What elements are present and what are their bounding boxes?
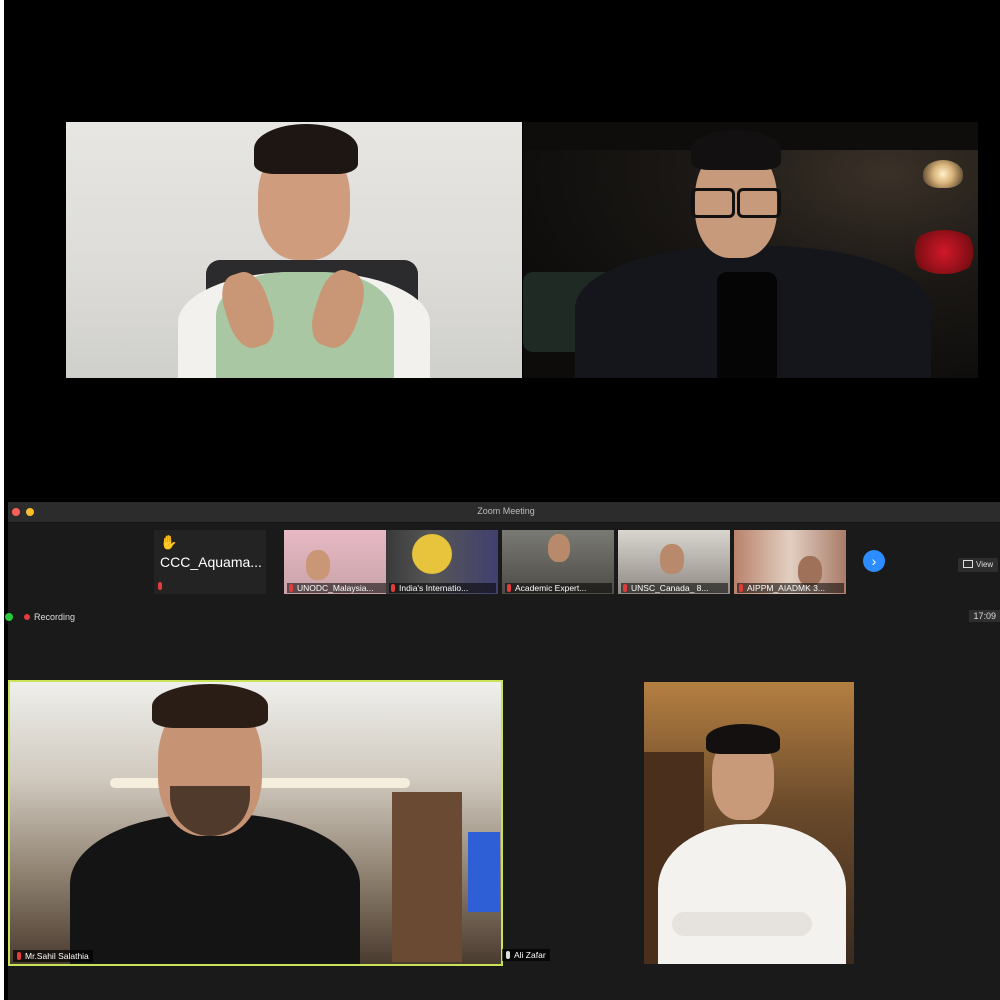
chevron-right-icon[interactable]: ›	[863, 550, 885, 572]
gallery-view-icon	[963, 560, 973, 568]
gallery-tile-active-speaker[interactable]: Mr.Sahil Salathia	[8, 680, 503, 966]
participant-thumbnail-strip: ✋ CCC_Aquama... UNODC_Malaysia... India'…	[8, 530, 1000, 596]
thumbnail-participant[interactable]: UNSC_Canada_ 8...	[618, 530, 730, 594]
participant-name: Ali Zafar	[514, 950, 546, 960]
muted-mic-icon	[289, 584, 293, 592]
thumbnail-participant[interactable]: India's Internatio...	[386, 530, 498, 594]
face	[798, 556, 822, 586]
participant-name: CCC_Aquama...	[160, 554, 262, 570]
gallery-tile[interactable]	[644, 682, 854, 964]
participant-video-top-left	[66, 122, 522, 378]
view-label: View	[976, 560, 994, 569]
recording-label: Recording	[34, 612, 76, 622]
crossed-arms	[672, 912, 812, 936]
thumbnail-label: India's Internatio...	[389, 583, 496, 593]
muted-mic-icon	[739, 584, 743, 592]
white-kurta	[658, 824, 846, 964]
hair	[706, 724, 780, 754]
thumbnail-participant[interactable]: UNODC_Malaysia...	[284, 530, 396, 594]
zoom-window: Zoom Meeting ✋ CCC_Aquama... UNODC_Malay…	[5, 502, 1000, 1000]
thumbnail-participant[interactable]: ✋ CCC_Aquama...	[154, 530, 266, 594]
muted-mic-icon	[17, 952, 21, 960]
thumbnail-label: Academic Expert...	[505, 583, 612, 593]
thumbnail-label: AIPPM_AIADMK 3...	[737, 583, 844, 593]
participant-name: AIPPM_AIADMK 3...	[747, 583, 825, 593]
face	[660, 544, 684, 574]
muted-mic-icon	[507, 584, 511, 592]
tv-screen	[468, 832, 500, 912]
red-flowers	[909, 230, 978, 274]
glasses-left	[691, 188, 735, 218]
view-button[interactable]: View	[958, 558, 999, 572]
title-bar: Zoom Meeting	[8, 502, 1000, 523]
raised-hand-icon: ✋	[160, 534, 178, 550]
screenshot-frame: Zoom Meeting ✋ CCC_Aquama... UNODC_Malay…	[4, 0, 1000, 1000]
cabinet	[392, 792, 462, 962]
participant-name: India's Internatio...	[399, 583, 469, 593]
meeting-clock: 17:09	[969, 610, 1000, 622]
thumbnail-participant[interactable]: Academic Expert...	[502, 530, 614, 594]
hair	[152, 684, 268, 728]
participant-video-top-right	[523, 122, 978, 378]
glasses-right	[737, 188, 781, 218]
participant-name: Academic Expert...	[515, 583, 587, 593]
t-shirt	[717, 272, 777, 378]
thumbnail-label: UNODC_Malaysia...	[287, 583, 394, 593]
participant-name-tag: Mr.Sahil Salathia	[13, 950, 93, 962]
participant-name: UNSC_Canada_ 8...	[631, 583, 709, 593]
muted-mic-icon	[623, 584, 627, 592]
recording-indicator[interactable]: Recording	[24, 610, 75, 624]
thumbnail-label: UNSC_Canada_ 8...	[621, 583, 728, 593]
muted-mic-icon	[158, 582, 162, 590]
participant-name: Mr.Sahil Salathia	[25, 951, 89, 961]
jacket	[70, 814, 360, 964]
muted-mic-icon	[391, 584, 395, 592]
connection-status-icon	[5, 613, 13, 621]
participant-name-tag: Ali Zafar	[502, 949, 550, 961]
window-title: Zoom Meeting	[477, 506, 535, 516]
organization-logo	[412, 534, 452, 574]
face	[306, 550, 330, 580]
participant-name: UNODC_Malaysia...	[297, 583, 374, 593]
pendant-lamp	[923, 160, 963, 188]
thumbnail-participant[interactable]: AIPPM_AIADMK 3...	[734, 530, 846, 594]
status-row: Recording 17:09	[5, 610, 1000, 624]
recording-dot-icon	[24, 614, 30, 620]
mic-icon	[506, 951, 510, 959]
hair	[254, 124, 358, 174]
hair	[691, 130, 781, 170]
face	[548, 534, 570, 562]
